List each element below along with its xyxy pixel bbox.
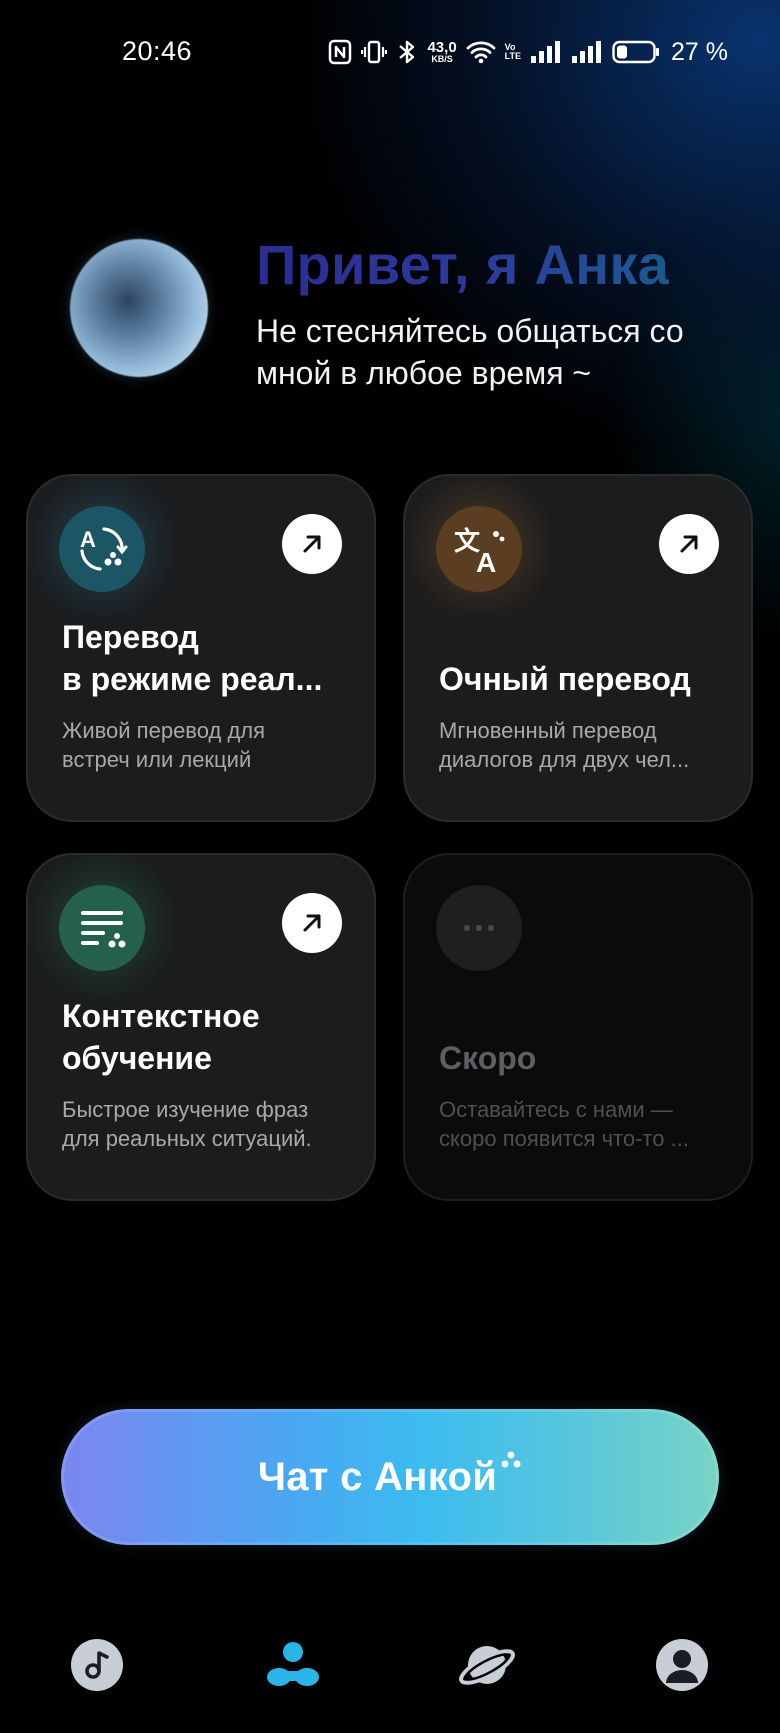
music-icon	[71, 1639, 123, 1691]
card-description: Живой перевод для встреч или лекций	[62, 716, 350, 774]
card-desc-line: для реальных ситуаций.	[62, 1126, 312, 1151]
svg-text:A: A	[80, 527, 96, 552]
nav-explore[interactable]	[452, 1630, 522, 1700]
chat-button-label: Чат с Анкой	[257, 1454, 498, 1499]
card-desc-line: скоро появится что-то ...	[439, 1126, 689, 1151]
card-coming-soon: Скоро Оставайтесь с нами — скоро появитс…	[403, 853, 753, 1201]
realtime-translate-icon: A	[59, 506, 145, 592]
card-desc-line: Быстрое изучение фраз	[62, 1097, 309, 1122]
nav-profile[interactable]	[647, 1630, 717, 1700]
card-title-line: Скоро	[439, 1040, 537, 1076]
volte-bottom: LTE	[504, 51, 522, 61]
signal-icon-2	[571, 40, 603, 64]
status-icons: 43,0 KB/S Vo LTE 27 %	[328, 36, 728, 68]
card-description: Оставайтесь с нами — скоро появится что-…	[439, 1095, 727, 1153]
card-title-line: Перевод	[62, 619, 199, 655]
nfc-icon	[328, 39, 352, 65]
card-description: Быстрое изучение фраз для реальных ситуа…	[62, 1095, 350, 1153]
card-title: Скоро	[439, 1037, 727, 1079]
chat-with-anka-button[interactable]: Чат с Анкой	[61, 1409, 719, 1545]
card-desc-line: Оставайтесь с нами —	[439, 1097, 673, 1122]
battery-percent: 27 %	[671, 37, 728, 66]
greeting-title: Привет, я Анка	[256, 233, 670, 296]
card-title-line: обучение	[62, 1040, 212, 1076]
arrow-up-right-icon	[303, 535, 321, 553]
vibrate-icon	[361, 39, 388, 65]
battery-icon	[612, 40, 660, 64]
card-title-line: Очный перевод	[439, 661, 691, 697]
card-realtime-translation[interactable]: A Перевод в режиме реал... Живой перевод…	[26, 474, 376, 822]
translate-icon: 文 A	[436, 506, 522, 592]
card-title-line: Контекстное	[62, 998, 260, 1034]
wifi-icon	[466, 40, 496, 64]
status-time: 20:46	[122, 36, 193, 66]
arrow-up-right-icon	[303, 914, 321, 932]
open-arrow-button[interactable]	[282, 514, 342, 574]
network-speed: 43,0 KB/S	[427, 40, 456, 64]
signal-icon	[530, 40, 562, 64]
sparkle-icon	[500, 1450, 522, 1477]
status-bar: 20:46 43,0 KB/S Vo LTE 27 %	[0, 0, 780, 104]
greeting-subtitle: Не стесняйтесь общаться со мной в любое …	[256, 313, 684, 391]
card-description: Мгновенный перевод диалогов для двух чел…	[439, 716, 727, 774]
card-title-line: в режиме реал...	[62, 661, 323, 697]
card-title: Перевод в режиме реал...	[62, 616, 350, 700]
planet-icon	[459, 1646, 515, 1685]
network-speed-value: 43,0	[427, 39, 457, 56]
open-arrow-button[interactable]	[659, 514, 719, 574]
svg-text:A: A	[476, 547, 496, 576]
network-speed-unit: KB/S	[431, 54, 453, 64]
card-desc-line: Живой перевод для	[62, 718, 266, 743]
context-learning-icon	[59, 885, 145, 971]
arrow-up-right-icon	[680, 535, 698, 553]
profile-icon	[656, 1639, 708, 1691]
assistant-icon	[267, 1642, 319, 1686]
more-icon	[436, 885, 522, 971]
screen: 20:46 43,0 KB/S Vo LTE 27 % Привет, я Ан…	[0, 0, 780, 1733]
card-title: Контекстное обучение	[62, 995, 350, 1079]
volte-indicator: Vo LTE	[505, 43, 521, 61]
bluetooth-icon	[396, 38, 418, 66]
assistant-avatar[interactable]	[70, 239, 208, 377]
card-title: Очный перевод	[439, 658, 727, 700]
open-arrow-button[interactable]	[282, 893, 342, 953]
card-context-learning[interactable]: Контекстное обучение Быстрое изучение фр…	[26, 853, 376, 1201]
nav-assistant[interactable]	[258, 1630, 328, 1700]
card-desc-line: встреч или лекций	[62, 747, 252, 772]
bottom-navigation	[0, 1630, 780, 1720]
card-face-to-face-translation[interactable]: 文 A Очный перевод Мгновенный перевод диа…	[403, 474, 753, 822]
nav-music[interactable]	[62, 1630, 132, 1700]
card-desc-line: диалогов для двух чел...	[439, 747, 690, 772]
card-desc-line: Мгновенный перевод	[439, 718, 657, 743]
